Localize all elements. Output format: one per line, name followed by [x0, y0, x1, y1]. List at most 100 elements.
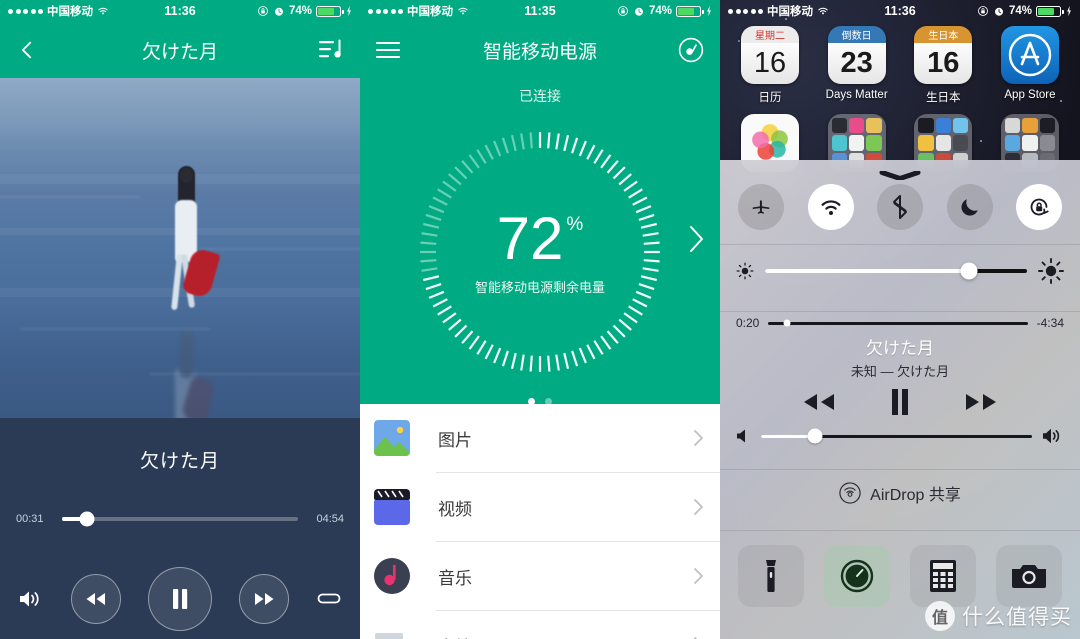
- rotation-lock-icon: [978, 6, 988, 16]
- charging-bolt-icon: [707, 5, 711, 17]
- shortcut-row: [720, 531, 1080, 607]
- list-item[interactable]: 音乐: [360, 542, 720, 610]
- music-controls: [736, 388, 1064, 416]
- repeat-button[interactable]: [316, 588, 342, 610]
- pause-button[interactable]: [148, 567, 212, 631]
- chevron-right-icon: [694, 568, 703, 584]
- app-calendar[interactable]: 星期二 16 日历: [734, 26, 806, 105]
- rotation-lock-toggle[interactable]: [1016, 184, 1062, 230]
- brightness-row: [720, 245, 1080, 297]
- content-list: 图片 视频 音乐: [360, 404, 720, 639]
- list-item[interactable]: 视频: [360, 473, 720, 541]
- volume-row: [736, 427, 1064, 445]
- fast-forward-button[interactable]: [963, 391, 999, 413]
- status-bar: 中国移动 11:36 74%: [0, 0, 360, 22]
- repeat-icon: [317, 593, 341, 604]
- alarm-clock-icon: [634, 7, 643, 16]
- seek-slider[interactable]: [62, 511, 298, 527]
- rotation-lock-icon: [258, 6, 268, 16]
- timer-shortcut[interactable]: [824, 545, 890, 607]
- app-birthday[interactable]: 生日本 16 生日本: [907, 26, 979, 105]
- airdrop-label: AirDrop 共享: [870, 487, 961, 504]
- home-screen-grid: 星期二 16 日历 倒数日 23 Days Matter 生日本 16 生日本 …: [720, 26, 1080, 172]
- bluetooth-icon: [893, 195, 907, 219]
- rewind-icon: [86, 593, 105, 605]
- camera-icon: [1012, 565, 1046, 588]
- battery-icon: [1036, 5, 1064, 17]
- seek-row: 00:31 04:54: [0, 511, 360, 527]
- gauge-unit: %: [566, 213, 584, 235]
- timer-icon: [840, 559, 874, 593]
- pause-button[interactable]: [889, 388, 911, 416]
- list-item[interactable]: 图片: [360, 404, 720, 472]
- list-item-label: 文档: [438, 633, 472, 639]
- rotation-lock-icon: [618, 6, 628, 16]
- days-matter-app-icon: 倒数日 23: [827, 26, 886, 84]
- airdrop-icon: [839, 482, 861, 504]
- toggle-row: [720, 176, 1080, 230]
- calculator-shortcut[interactable]: [910, 545, 976, 607]
- rewind-button[interactable]: [801, 391, 837, 413]
- album-art: [0, 78, 360, 418]
- music-seek-slider[interactable]: [768, 319, 1028, 327]
- birthday-header: 生日本: [914, 26, 973, 43]
- status-bar-right: 74%: [257, 5, 353, 17]
- days-matter-count: 23: [827, 43, 886, 84]
- bluetooth-toggle[interactable]: [877, 184, 923, 230]
- app-app-store[interactable]: App Store: [994, 26, 1066, 105]
- app-days-matter[interactable]: 倒数日 23 Days Matter: [821, 26, 893, 105]
- battery-percent-label: 74%: [648, 5, 672, 17]
- pause-icon: [173, 589, 188, 609]
- rotation-lock-icon: [1030, 198, 1049, 216]
- duration-label: 04:54: [316, 513, 344, 525]
- three-panel-screenshot: 中国移动 11:36 74% 欠けた月 欠けた月 00:31 04:54 中国移…: [0, 0, 1080, 639]
- elapsed-time-label: 0:20: [736, 316, 760, 330]
- list-item[interactable]: 文档: [360, 611, 720, 639]
- flashlight-icon: [766, 560, 776, 592]
- remaining-time-label: -4:34: [1036, 316, 1064, 330]
- next-page-chevron[interactable]: [688, 224, 706, 254]
- app-label: App Store: [1004, 89, 1056, 101]
- page-title: 智能移动电源: [482, 41, 597, 63]
- camera-shortcut[interactable]: [996, 545, 1062, 607]
- fast-forward-icon: [255, 593, 274, 605]
- hamburger-icon[interactable]: [376, 41, 400, 59]
- battery-icon: [676, 5, 704, 17]
- nav-bar: 欠けた月: [0, 22, 360, 78]
- volume-button[interactable]: [18, 588, 44, 610]
- rewind-button[interactable]: [71, 574, 121, 624]
- brightness-low-icon: [736, 262, 754, 280]
- playlist-music-icon[interactable]: [318, 38, 344, 62]
- connection-status: 已连接: [519, 88, 561, 104]
- gauge-value: 72 %: [496, 204, 584, 272]
- wifi-icon: [821, 200, 840, 215]
- calendar-weekday: 星期二: [741, 26, 799, 43]
- forward-button[interactable]: [239, 574, 289, 624]
- status-bar-right: 74%: [977, 5, 1073, 17]
- airplane-mode-toggle[interactable]: [738, 184, 784, 230]
- chevron-right-icon: [694, 499, 703, 515]
- gauge-number: 72: [496, 204, 564, 272]
- disc-icon[interactable]: [678, 37, 704, 63]
- status-bar: 中国移动 11:36 74%: [720, 0, 1080, 22]
- watermark: 值 什么值得买: [925, 601, 1072, 631]
- volume-icon: [20, 591, 39, 607]
- wifi-toggle[interactable]: [807, 184, 854, 230]
- flashlight-shortcut[interactable]: [738, 545, 804, 607]
- volume-slider[interactable]: [761, 428, 1032, 444]
- do-not-disturb-toggle[interactable]: [946, 184, 993, 230]
- video-clapper-icon: [374, 489, 410, 525]
- nav-bar: 智能移动电源: [360, 22, 720, 78]
- back-button[interactable]: [16, 39, 38, 61]
- calendar-day: 16: [741, 43, 799, 84]
- calendar-app-icon: 星期二 16: [741, 26, 799, 84]
- brightness-high-icon: [1038, 258, 1064, 284]
- list-item-label: 视频: [438, 499, 472, 519]
- airdrop-row[interactable]: AirDrop 共享: [720, 470, 1080, 516]
- battery-percent-label: 74%: [1008, 5, 1032, 17]
- brightness-slider[interactable]: [765, 262, 1027, 280]
- battery-icon: [316, 5, 344, 17]
- battery-percent-label: 74%: [288, 5, 312, 17]
- charging-bolt-icon: [347, 5, 351, 17]
- grabber-handle[interactable]: [879, 167, 921, 181]
